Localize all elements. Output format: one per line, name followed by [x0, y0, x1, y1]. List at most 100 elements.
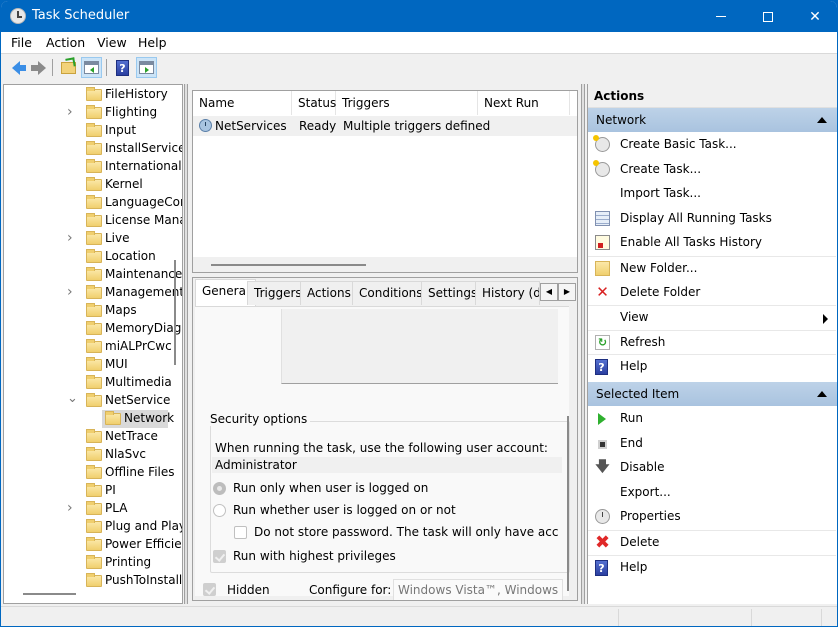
description-field[interactable] [281, 309, 558, 384]
run-only-logged-on-radio[interactable] [213, 482, 226, 495]
action-help[interactable]: ? Help [588, 554, 836, 579]
forward-button[interactable] [27, 57, 48, 78]
action-label: Help [620, 559, 648, 574]
action-import-task[interactable]: Import Task... [588, 182, 836, 206]
tree-item[interactable]: MUI [4, 356, 174, 374]
tree-item[interactable]: InstallService [4, 140, 182, 158]
column-header-name[interactable]: Name [193, 91, 292, 115]
column-header-next-run-time[interactable]: Next Run Time [478, 91, 570, 134]
tree-item[interactable]: International [4, 158, 182, 176]
do-not-store-password-checkbox[interactable] [234, 526, 247, 539]
submenu-arrow-icon [823, 314, 828, 325]
table-row[interactable]: NetServices Ready Multiple triggers defi… [193, 116, 577, 136]
tab-history[interactable]: History (disabled) [475, 281, 540, 305]
left-splitter[interactable] [184, 84, 188, 604]
action-properties[interactable]: Properties [588, 505, 836, 529]
chevron-right-icon[interactable]: › [67, 104, 73, 120]
tree-item[interactable]: Power Efficiency Diagnostics [4, 536, 182, 554]
menu-action[interactable]: Action [46, 35, 85, 50]
right-splitter[interactable] [581, 84, 585, 604]
tree-item-label: Kernel [105, 177, 143, 191]
action-disable[interactable]: 🡇 Disable [588, 456, 836, 480]
action-display-all-running-tasks[interactable]: Display All Running Tasks [588, 207, 836, 231]
tree-item[interactable]: Input [4, 122, 174, 140]
run-whether-logged-on-radio[interactable] [213, 504, 226, 517]
tree-item[interactable]: Offline Files [4, 464, 175, 482]
tree-item[interactable]: Kernel [4, 176, 174, 194]
action-end[interactable]: End [588, 432, 836, 456]
up-one-level-button[interactable] [58, 57, 79, 78]
menu-view[interactable]: View [97, 35, 127, 50]
tab-scroll-left-button[interactable]: ◀ [540, 283, 558, 301]
action-refresh[interactable]: ↻ Refresh [588, 329, 836, 354]
tree-item[interactable]: ⌄ NetService [4, 391, 174, 410]
back-button[interactable] [5, 57, 26, 78]
action-help[interactable]: ? Help [588, 354, 836, 378]
action-delete-folder[interactable]: ✕ Delete Folder [588, 281, 836, 305]
tree-item[interactable]: Printing [4, 554, 174, 572]
tree-item[interactable]: NetTrace [4, 428, 174, 446]
show-hide-console-tree-button[interactable] [81, 57, 102, 78]
tree-item[interactable]: PushToInstall [4, 572, 182, 590]
tree-item[interactable]: › PLA [4, 500, 174, 518]
action-run[interactable]: Run [588, 407, 836, 431]
tree-item[interactable]: Maps [4, 302, 174, 320]
hidden-checkbox[interactable] [203, 583, 216, 596]
chevron-down-icon[interactable]: ⌄ [67, 391, 78, 406]
tree-item[interactable]: Multimedia [4, 374, 174, 392]
menu-help[interactable]: Help [138, 35, 167, 50]
vertical-scrollbar[interactable] [174, 260, 176, 365]
tree-item[interactable]: Location [4, 248, 174, 266]
show-hide-action-pane-button[interactable] [136, 57, 157, 78]
action-new-folder[interactable]: New Folder... [588, 256, 836, 280]
actions-section-header[interactable]: Selected Item [588, 382, 837, 406]
action-delete[interactable]: ✖ Delete [588, 530, 836, 554]
collapse-triangle-icon[interactable] [817, 391, 827, 397]
tree-item[interactable]: FileHistory [4, 86, 174, 104]
action-create-task[interactable]: Create Task... [588, 158, 836, 182]
tree-item[interactable]: Plug and Play [4, 518, 182, 536]
tree-item[interactable]: Network [4, 410, 174, 428]
tree-item[interactable]: › Flighting [4, 104, 174, 122]
menu-file[interactable]: File [11, 35, 32, 50]
action-view[interactable]: View [588, 305, 836, 329]
tree-item[interactable]: › Live [4, 230, 174, 248]
chevron-right-icon[interactable]: › [67, 284, 73, 300]
collapse-triangle-icon[interactable] [817, 117, 827, 123]
chevron-right-icon[interactable]: › [67, 500, 73, 516]
tab-conditions[interactable]: Conditions [352, 281, 430, 305]
horizontal-scrollbar[interactable] [23, 593, 76, 595]
tree-item-label: NetService [105, 393, 171, 407]
maximize-button[interactable] [745, 1, 791, 32]
tree-item[interactable]: MemoryDiagnostic [4, 320, 182, 338]
folder-icon [86, 573, 102, 587]
tree-item[interactable]: NlaSvc [4, 446, 174, 464]
minimize-button[interactable] [698, 1, 744, 32]
close-button[interactable]: ✕ [792, 1, 837, 32]
chevron-right-icon[interactable]: › [67, 230, 73, 246]
scrollbar-thumb[interactable] [211, 264, 366, 266]
tree-item[interactable]: miALPrCwc [4, 338, 174, 356]
vertical-scrollbar[interactable] [567, 416, 569, 591]
tab-scroll-right-button[interactable]: ▶ [558, 283, 576, 301]
help-button[interactable]: ? [112, 57, 133, 78]
action-export[interactable]: Export... [588, 481, 836, 505]
action-label: Create Basic Task... [620, 137, 737, 151]
action-create-basic-task[interactable]: Create Basic Task... [588, 133, 836, 157]
actions-section-header[interactable]: Network [588, 108, 837, 132]
column-header-status[interactable]: Status [292, 91, 336, 115]
tree-item[interactable]: PI [4, 482, 174, 500]
horizontal-scrollbar[interactable] [193, 257, 577, 272]
action-label: Create Task... [620, 161, 702, 176]
tree-item[interactable]: License Manager [4, 212, 182, 230]
configure-for-dropdown[interactable]: Windows Vista™, Windows Server™ 2008 [393, 579, 563, 600]
tree-item[interactable]: LanguageComponentsInstaller [4, 194, 182, 212]
tab-actions[interactable]: Actions [300, 281, 358, 305]
action-enable-all-tasks-history[interactable]: Enable All Tasks History [588, 231, 836, 255]
task-list[interactable]: Name Status Triggers Next Run Time NetSe… [192, 90, 578, 273]
run-highest-privileges-checkbox[interactable] [213, 550, 226, 563]
tree-item[interactable]: › Management [4, 284, 182, 302]
console-tree[interactable]: FileHistory › Flighting Input InstallService… [3, 84, 183, 604]
column-header-triggers[interactable]: Triggers [336, 91, 478, 115]
tree-item[interactable]: Maintenance [4, 266, 182, 284]
